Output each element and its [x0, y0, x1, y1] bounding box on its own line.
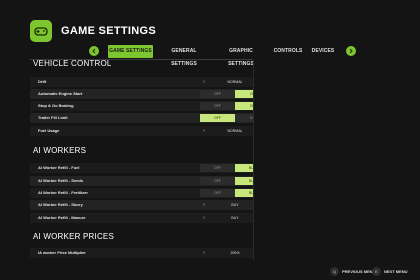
setting-label: Stop & Go Braking — [38, 103, 74, 108]
ai-refill-fertilizer-toggle[interactable]: OFF BUY — [200, 189, 253, 197]
setting-row-automatic-engine-start[interactable]: Automatic Engine Start OFF ON — [30, 89, 253, 99]
setting-label: IA worker Price Multiplier — [38, 250, 86, 255]
tab-graphic-settings[interactable]: GRAPHIC SETTINGS — [216, 45, 266, 67]
toggle-off-option[interactable]: OFF — [200, 114, 235, 122]
setting-row-ai-refill-manure[interactable]: AI Worker Refill - Manure ‹ BUY › — [30, 213, 253, 223]
setting-row-ai-refill-fertilizer[interactable]: AI Worker Refill - Fertilizer OFF BUY — [30, 188, 253, 198]
previous-menu-label: PREVIOUS MENU — [342, 268, 376, 274]
setting-row-trailer-fill-limit[interactable]: Trailer Fill Limit OFF ON — [30, 113, 253, 123]
setting-row-fuel-usage[interactable]: Fuel Usage ‹ NORMAL › — [30, 126, 253, 136]
setting-label: Drift — [38, 79, 47, 84]
ai-price-multiplier-select[interactable]: ‹ 200% › — [200, 248, 253, 258]
ai-refill-fuel-toggle[interactable]: OFF BUY — [200, 164, 253, 172]
chevron-left-icon[interactable]: ‹ — [201, 215, 207, 221]
setting-label: AI Worker Refill - Seeds — [38, 178, 84, 183]
drift-select[interactable]: ‹ NORMAL › — [200, 77, 253, 87]
toggle-off-option[interactable]: OFF — [200, 90, 235, 98]
setting-label: AI Worker Refill - Slurry — [38, 202, 83, 207]
ai-refill-manure-select[interactable]: ‹ BUY › — [200, 213, 253, 223]
tab-game-settings[interactable]: GAME SETTINGS — [108, 45, 153, 58]
previous-menu-button[interactable]: Q PREVIOUS MENU — [330, 266, 376, 276]
setting-label: AI Worker Refill - Fertilizer — [38, 190, 88, 195]
toggle-buy-option[interactable]: BUY — [235, 164, 253, 172]
gamepad-icon — [30, 20, 52, 42]
toggle-off-option[interactable]: OFF — [200, 102, 235, 110]
setting-label: AI Worker Refill - Manure — [38, 215, 86, 220]
chevron-left-icon[interactable]: ‹ — [201, 79, 207, 85]
automatic-engine-start-toggle[interactable]: OFF ON — [200, 90, 253, 98]
select-value: NORMAL — [227, 129, 243, 133]
setting-row-ai-refill-seeds[interactable]: AI Worker Refill - Seeds OFF BUY — [30, 176, 253, 186]
setting-row-drift[interactable]: Drift ‹ NORMAL › — [30, 77, 253, 87]
e-key-icon: E — [372, 266, 381, 276]
ai-refill-slurry-select[interactable]: ‹ BUY › — [200, 200, 253, 210]
settings-list[interactable]: VEHICLE CONTROL Drift ‹ NORMAL › Automat… — [30, 58, 253, 262]
chevron-left-icon[interactable]: ‹ — [201, 128, 207, 134]
toggle-off-option[interactable]: OFF — [200, 189, 235, 197]
q-key-icon: Q — [330, 266, 339, 276]
setting-label: Automatic Engine Start — [38, 91, 83, 96]
tab-devices[interactable]: DEVICES — [310, 45, 336, 58]
tab-bar: GAME SETTINGS GENERAL SETTINGS GRAPHIC S… — [0, 44, 420, 67]
next-menu-button[interactable]: E NEXT MENU — [372, 266, 408, 276]
header: GAME SETTINGS — [30, 18, 156, 44]
toggle-buy-option[interactable]: BUY — [235, 189, 253, 197]
setting-label: Trailer Fill Limit — [38, 115, 68, 120]
setting-row-ai-refill-slurry[interactable]: AI Worker Refill - Slurry ‹ BUY › — [30, 200, 253, 210]
tab-general-settings[interactable]: GENERAL SETTINGS — [159, 45, 209, 67]
toggle-on-option[interactable]: ON — [235, 114, 253, 122]
fuel-usage-select[interactable]: ‹ NORMAL › — [200, 126, 253, 136]
page-title: GAME SETTINGS — [61, 25, 156, 37]
chevron-left-icon[interactable]: ‹ — [201, 202, 207, 208]
tab-controls[interactable]: CONTROLS — [273, 45, 303, 58]
setting-row-stop-and-go-braking[interactable]: Stop & Go Braking OFF ON — [30, 101, 253, 111]
chevron-right-icon[interactable] — [346, 46, 356, 56]
stop-and-go-braking-toggle[interactable]: OFF ON — [200, 102, 253, 110]
select-value: BUY — [231, 203, 239, 207]
next-menu-label: NEXT MENU — [384, 268, 408, 274]
ai-refill-seeds-toggle[interactable]: OFF BUY — [200, 177, 253, 185]
select-value: 200% — [230, 251, 240, 255]
section-title-vehicle-control: VEHICLE CONTROL — [33, 59, 112, 68]
toggle-off-option[interactable]: OFF — [200, 177, 235, 185]
trailer-fill-limit-toggle[interactable]: OFF ON — [200, 114, 253, 122]
section-title-ai-workers: AI WORKERS — [33, 146, 87, 155]
setting-row-ai-price-multiplier[interactable]: IA worker Price Multiplier ‹ 200% › — [30, 248, 253, 258]
select-value: BUY — [231, 216, 239, 220]
setting-label: AI Worker Refill - Fuel — [38, 165, 80, 170]
toggle-on-option[interactable]: ON — [235, 102, 253, 110]
chevron-left-icon[interactable] — [89, 46, 99, 56]
select-value: NORMAL — [227, 80, 243, 84]
setting-label: Fuel Usage — [38, 128, 60, 133]
toggle-buy-option[interactable]: BUY — [235, 177, 253, 185]
divider — [253, 60, 254, 260]
toggle-on-option[interactable]: ON — [235, 90, 253, 98]
chevron-left-icon[interactable]: ‹ — [201, 250, 207, 256]
setting-row-ai-refill-fuel[interactable]: AI Worker Refill - Fuel OFF BUY — [30, 163, 253, 173]
toggle-off-option[interactable]: OFF — [200, 164, 235, 172]
section-title-ai-worker-prices: AI WORKER PRICES — [33, 232, 114, 241]
